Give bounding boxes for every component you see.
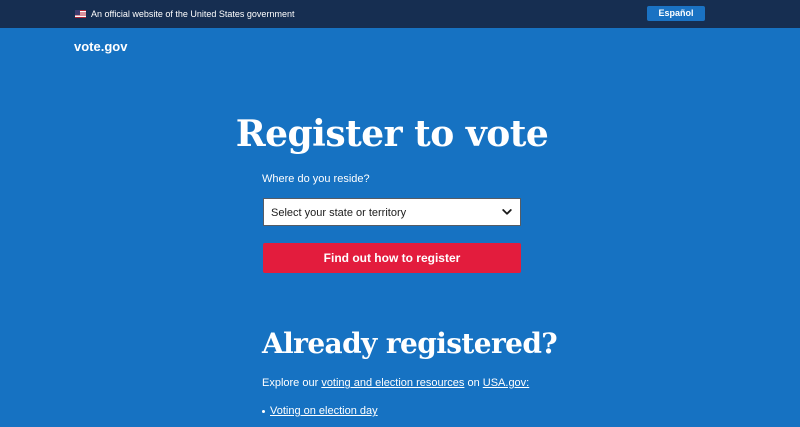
- gov-banner: An official website of the United States…: [0, 0, 800, 28]
- state-select[interactable]: Select your state or territory: [263, 198, 521, 226]
- bullet-icon: [262, 409, 265, 413]
- us-flag-icon: [75, 10, 86, 18]
- explore-resources-text: Explore our voting and election resource…: [262, 376, 529, 390]
- list-item: Voting on election day: [262, 404, 378, 418]
- gov-banner-text: An official website of the United States…: [91, 9, 295, 19]
- find-out-how-to-register-button[interactable]: Find out how to register: [263, 243, 521, 273]
- espanol-button[interactable]: Español: [647, 6, 705, 21]
- resource-list: Voting on election day: [262, 404, 378, 418]
- voting-resources-link[interactable]: voting and election resources: [321, 377, 464, 389]
- usagov-link[interactable]: USA.gov:: [483, 377, 529, 389]
- voting-on-election-day-link[interactable]: Voting on election day: [270, 404, 378, 418]
- site-logo[interactable]: vote.gov: [74, 39, 127, 55]
- explore-middle: on: [464, 377, 483, 389]
- explore-prefix: Explore our: [262, 377, 322, 389]
- state-select-value: Select your state or territory: [271, 207, 407, 219]
- already-registered-title: Already registered?: [262, 327, 558, 360]
- chevron-down-icon: [502, 209, 512, 215]
- state-select-label: Where do you reside?: [262, 173, 370, 185]
- page-title: Register to vote: [235, 113, 549, 155]
